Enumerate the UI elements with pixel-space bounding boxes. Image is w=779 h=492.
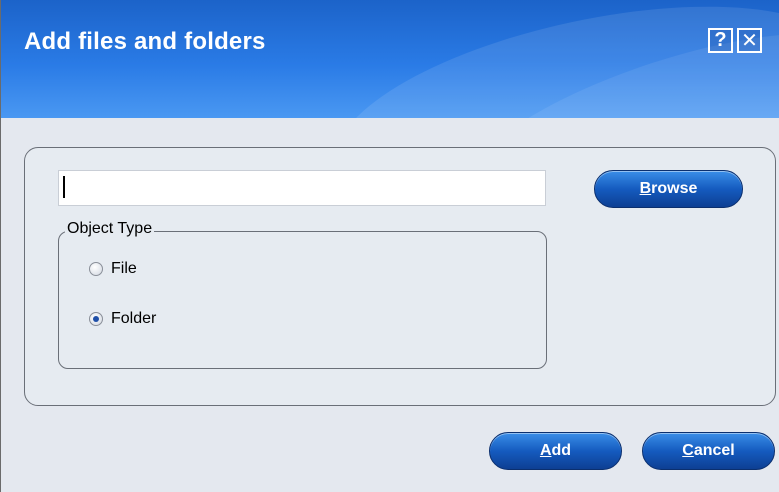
browse-label: rowse <box>651 180 698 197</box>
help-icon: ? <box>714 29 727 51</box>
browse-button[interactable]: Browse <box>594 170 743 208</box>
close-button[interactable]: ✕ <box>737 28 762 53</box>
cancel-label: ancel <box>693 442 735 459</box>
object-type-group <box>58 231 547 369</box>
radio-file-indicator[interactable] <box>89 262 103 276</box>
title-bar[interactable]: Add files and folders ? ✕ <box>1 0 779 118</box>
add-mnemonic: A <box>539 442 552 459</box>
dialog-title: Add files and folders <box>24 28 266 55</box>
cancel-mnemonic: C <box>682 442 694 459</box>
object-type-legend: Object Type <box>65 220 155 238</box>
add-button[interactable]: Add <box>489 432 622 470</box>
radio-file[interactable]: File <box>89 260 137 278</box>
cancel-button[interactable]: Cancel <box>642 432 775 470</box>
radio-file-label: File <box>111 260 137 277</box>
radio-folder[interactable]: Folder <box>89 310 156 328</box>
radio-folder-indicator[interactable] <box>89 312 103 326</box>
close-icon: ✕ <box>741 30 758 52</box>
add-label: dd <box>551 442 572 459</box>
text-caret <box>63 176 65 198</box>
radio-folder-label: Folder <box>111 310 157 327</box>
path-input[interactable] <box>58 170 546 206</box>
help-button[interactable]: ? <box>708 28 733 53</box>
browse-mnemonic: B <box>639 180 652 197</box>
add-files-dialog: Add files and folders ? ✕ Browse Object … <box>0 0 779 492</box>
